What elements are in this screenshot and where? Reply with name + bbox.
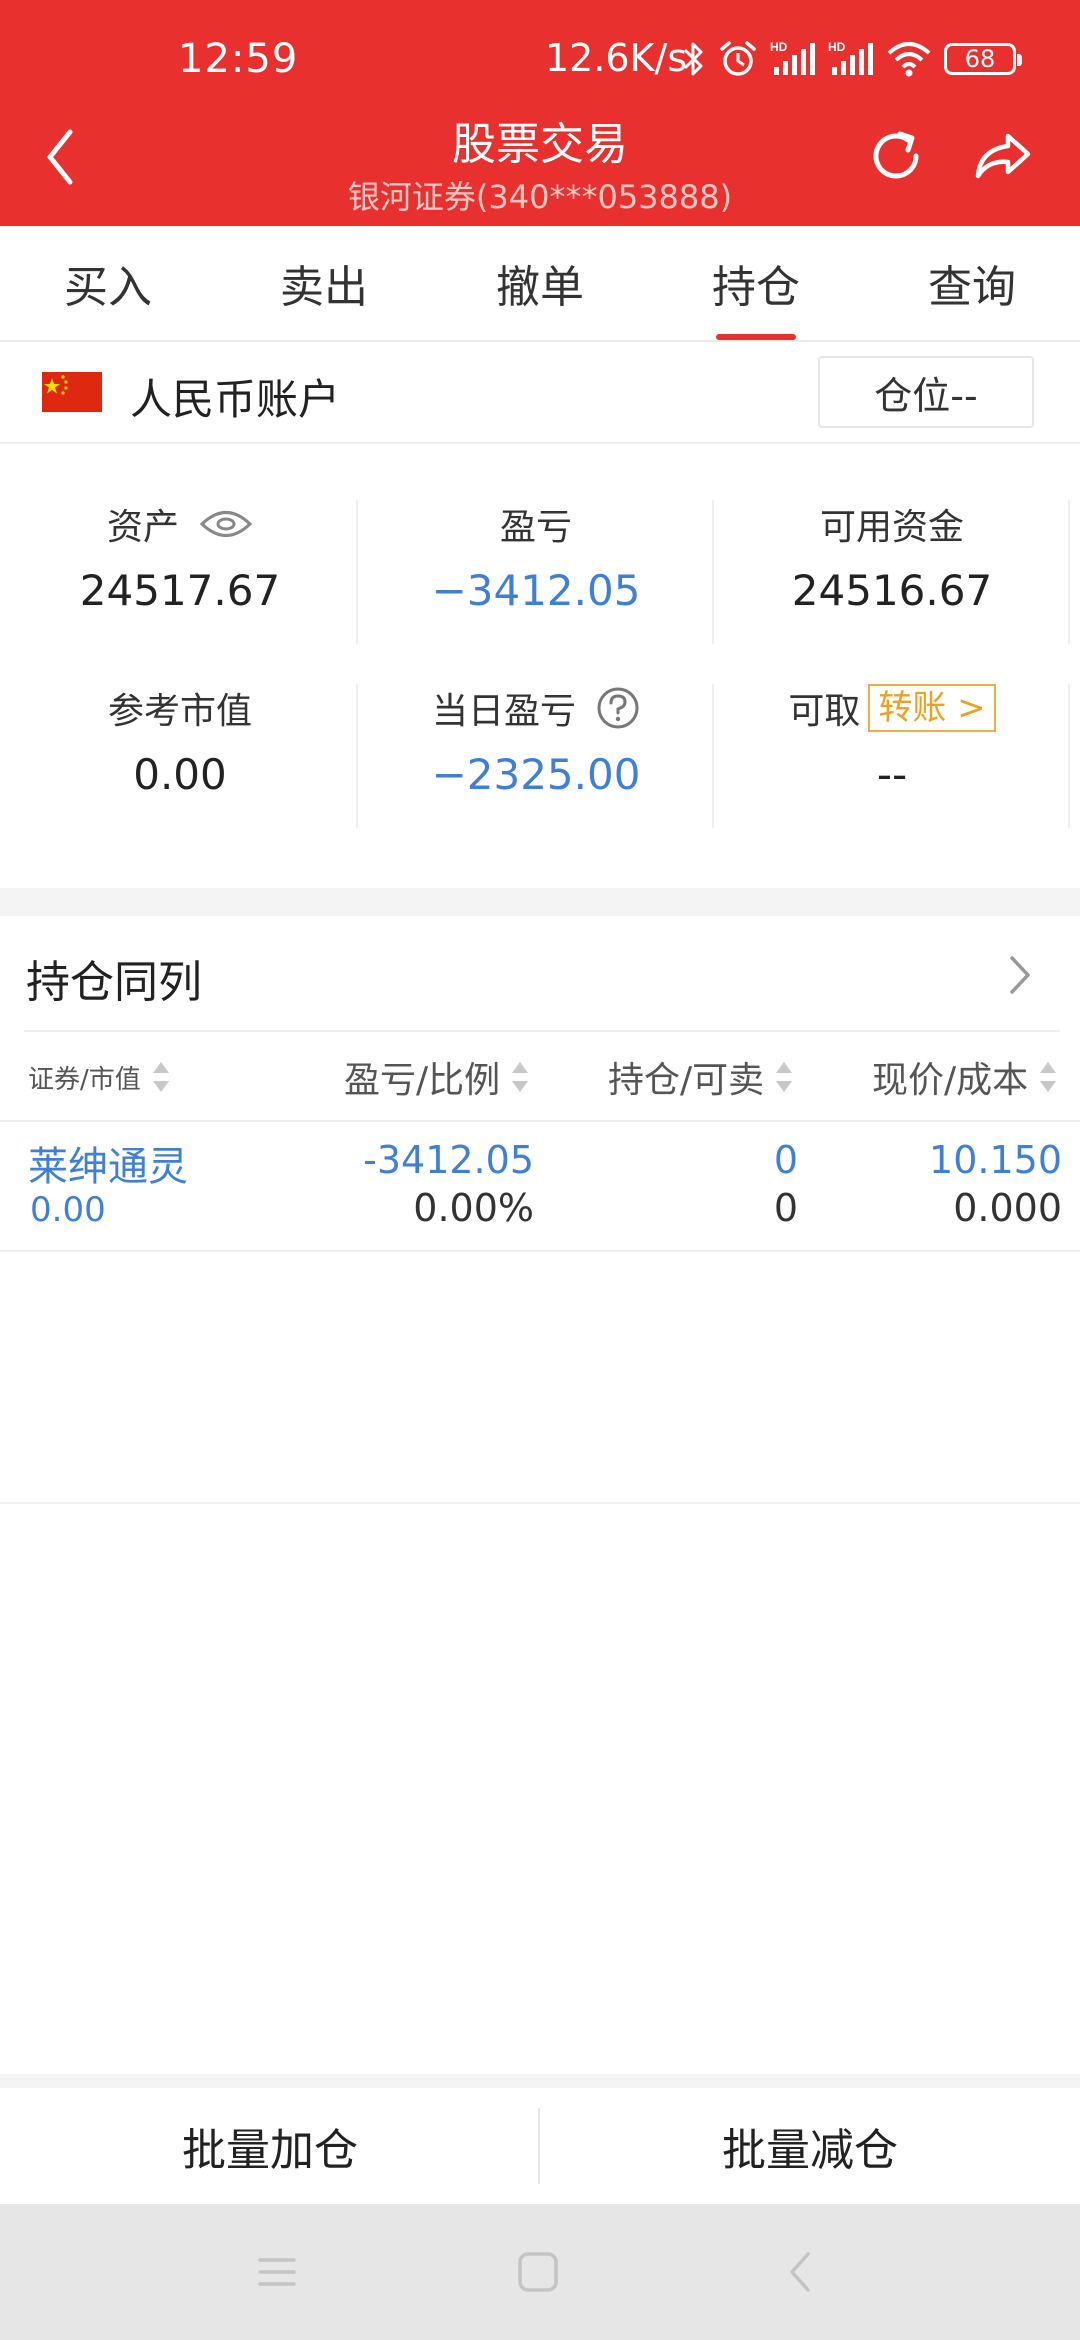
stat-label: 可取 xyxy=(788,691,861,732)
system-nav-bar xyxy=(0,2204,1080,2340)
app-header: 12:59 12.6K/s HD HD 68 股票交易 银河证券(340***0… xyxy=(0,0,1080,226)
stat-value: 24516.67 xyxy=(791,566,993,615)
china-flag-icon xyxy=(42,372,102,412)
column-position[interactable]: 持仓/可卖 xyxy=(608,1032,793,1122)
sort-icon xyxy=(512,1058,529,1096)
network-speed: 12.6K/s xyxy=(545,36,688,80)
account-label: 人民币账户 xyxy=(130,375,341,424)
bulk-actions: 批量加仓 批量减仓 xyxy=(0,2088,1080,2204)
stat-pnl: 盈亏 −3412.05 xyxy=(358,494,714,615)
wifi-icon xyxy=(887,42,931,77)
signal-hd-icon: HD xyxy=(770,40,815,75)
tab-cancel-order[interactable]: 撤单 xyxy=(432,226,648,340)
stat-label: 可用资金 xyxy=(819,507,964,548)
security-market-value: 0.00 xyxy=(30,1190,106,1230)
position-value: 0 xyxy=(773,1138,798,1182)
position-button[interactable]: 仓位-- xyxy=(818,356,1034,428)
stat-value: -- xyxy=(876,750,908,799)
battery-icon: 68 xyxy=(944,43,1022,75)
account-summary: 资产 24517.67 盈亏 −3412.05 可用资金 24516.67 参考… xyxy=(0,444,1080,888)
section-divider xyxy=(0,888,1080,916)
tab-query[interactable]: 查询 xyxy=(864,226,1080,340)
sort-icon xyxy=(1040,1058,1057,1096)
stat-value: 0.00 xyxy=(133,750,227,799)
current-price: 10.150 xyxy=(929,1138,1062,1182)
stat-value: −3412.05 xyxy=(431,566,641,615)
status-icons: HD HD 68 xyxy=(682,34,1022,84)
stat-assets: 资产 24517.67 xyxy=(2,494,358,615)
chevron-right-icon xyxy=(1010,956,1030,994)
share-icon[interactable] xyxy=(970,124,1036,188)
stat-label: 资产 xyxy=(106,507,179,548)
transfer-button[interactable]: 转账 > xyxy=(868,684,996,732)
stat-daily-pnl: 当日盈亏 −2325.00 xyxy=(358,678,714,799)
tab-holdings[interactable]: 持仓 xyxy=(648,226,864,340)
bluetooth-icon xyxy=(683,42,703,76)
alarm-icon xyxy=(720,41,756,76)
cost-price: 0.000 xyxy=(953,1186,1062,1230)
section-divider xyxy=(0,2074,1080,2088)
column-label: 盈亏/比例 xyxy=(344,1060,501,1101)
stat-label: 参考市值 xyxy=(107,691,252,732)
stat-value: 24517.67 xyxy=(79,566,281,615)
status-bar: 12:59 12.6K/s HD HD 68 xyxy=(0,0,1080,120)
stat-label: 当日盈亏 xyxy=(431,691,576,732)
pnl-value: -3412.05 xyxy=(363,1138,534,1182)
stat-available-funds: 可用资金 24516.67 xyxy=(714,494,1070,615)
table-row[interactable]: 莱绅通灵 0.00 -3412.05 0.00% 0 0 10.150 0.00… xyxy=(0,1124,1080,1252)
trade-tabs: 买入 卖出 撤单 持仓 查询 xyxy=(0,226,1080,342)
column-label: 现价/成本 xyxy=(872,1060,1029,1101)
svg-text:HD: HD xyxy=(828,40,846,54)
divider xyxy=(538,2108,540,2184)
column-label: 持仓/可卖 xyxy=(608,1060,765,1101)
status-time: 12:59 xyxy=(178,36,299,82)
bulk-reduce-button[interactable]: 批量减仓 xyxy=(540,2088,1080,2204)
signal-hd-icon: HD xyxy=(828,40,873,75)
column-pnl[interactable]: 盈亏/比例 xyxy=(344,1032,529,1122)
tab-sell[interactable]: 卖出 xyxy=(216,226,432,340)
sort-icon xyxy=(776,1058,793,1096)
bulk-add-button[interactable]: 批量加仓 xyxy=(0,2088,540,2204)
help-icon[interactable] xyxy=(596,686,640,730)
stat-value: −2325.00 xyxy=(431,750,641,799)
sort-icon xyxy=(152,1058,169,1096)
divider xyxy=(0,1502,1080,1504)
holdings-column-header: 证券/市值 盈亏/比例 持仓/可卖 现价/成本 xyxy=(0,1032,1080,1122)
divider xyxy=(1068,500,1070,644)
eye-icon[interactable] xyxy=(199,507,253,541)
holdings-header[interactable]: 持仓同列 xyxy=(0,916,1080,1032)
stat-label: 盈亏 xyxy=(499,507,572,548)
sellable-value: 0 xyxy=(773,1186,798,1230)
security-name: 莱绅通灵 xyxy=(28,1144,188,1190)
stat-market-value: 参考市值 0.00 xyxy=(2,678,358,799)
back-icon[interactable] xyxy=(780,2248,820,2296)
stat-withdrawable: 可取 转账 > -- xyxy=(714,678,1070,799)
tab-buy[interactable]: 买入 xyxy=(0,226,216,340)
column-security[interactable]: 证券/市值 xyxy=(28,1032,169,1122)
column-label: 证券/市值 xyxy=(28,1064,141,1095)
svg-text:HD: HD xyxy=(770,40,788,54)
account-row: 人民币账户 仓位-- xyxy=(0,342,1080,444)
menu-icon[interactable] xyxy=(254,2248,300,2296)
divider xyxy=(1068,684,1070,828)
home-icon[interactable] xyxy=(514,2248,562,2296)
holdings-title: 持仓同列 xyxy=(26,957,202,1008)
pnl-ratio: 0.00% xyxy=(413,1186,534,1230)
refresh-icon[interactable] xyxy=(864,124,928,188)
column-price[interactable]: 现价/成本 xyxy=(872,1032,1057,1122)
